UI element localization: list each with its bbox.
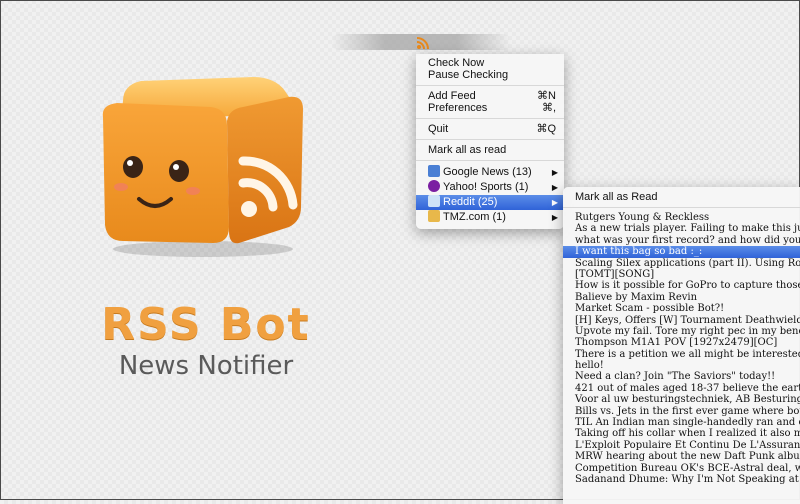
submenu-article-item[interactable]: Rutgers Young & Reckless <box>563 212 800 223</box>
menu-item-quit[interactable]: Quit ⌘Q <box>416 123 564 135</box>
menu-separator <box>416 118 564 119</box>
submenu-article-item[interactable]: hello! <box>563 360 800 371</box>
menu-shortcut: ⌘N <box>537 90 556 102</box>
feed-item-google-news[interactable]: Google News (13) ▶ <box>416 165 564 180</box>
menu-separator <box>563 207 800 208</box>
submenu-article-item[interactable]: L'Exploit Populaire Et Continu De L'Assu… <box>563 440 800 451</box>
menu-item-preferences[interactable]: Preferences ⌘, <box>416 102 564 114</box>
submenu-arrow-icon: ▶ <box>551 168 558 177</box>
menu-item-label: Pause Checking <box>428 69 509 81</box>
submenu-arrow-icon: ▶ <box>551 183 558 192</box>
menu-item-pause-checking[interactable]: Pause Checking <box>416 69 564 81</box>
menu-separator <box>416 85 564 86</box>
submenu-article-item[interactable]: [TOMT][SONG] <box>563 269 800 280</box>
submenu-article-item[interactable]: Sadanand Dhume: Why I'm Not Speaking at … <box>563 474 800 485</box>
app-title: RSS Bot <box>101 299 311 350</box>
rss-bot-cube-logo <box>102 77 303 257</box>
google-news-icon <box>428 165 440 177</box>
submenu-article-item[interactable]: I want this bag so bad :_: <box>563 246 800 258</box>
submenu-article-item[interactable]: [H] Keys, Offers [W] Tournament Deathwie… <box>563 315 800 326</box>
feed-label: Yahoo! Sports (1) <box>443 181 529 193</box>
menu-item-label: Check Now <box>428 57 485 69</box>
submenu-article-item[interactable]: Market Scam - possible Bot?! <box>563 303 800 314</box>
submenu-article-item[interactable]: MRW hearing about the new Daft Punk albu… <box>563 451 800 462</box>
menu-item-add-feed[interactable]: Add Feed ⌘N <box>416 90 564 102</box>
submenu-article-item[interactable]: what was your first record? and how did … <box>563 235 800 246</box>
feed-item-tmz[interactable]: TMZ.com (1) ▶ <box>416 210 564 225</box>
menu-item-check-now[interactable]: Check Now <box>416 57 564 69</box>
feed-item-yahoo-sports[interactable]: Yahoo! Sports (1) ▶ <box>416 180 564 195</box>
submenu-article-item[interactable]: Voor al uw besturingstechniek, AB Bestur… <box>563 394 800 405</box>
reddit-submenu: Mark all as Read Rutgers Young & Reckles… <box>563 187 800 504</box>
submenu-article-item[interactable]: Need a clan? Join "The Saviors" today!! <box>563 371 800 382</box>
submenu-article-item[interactable]: Thompson M1A1 POV [1927x2479][OC] <box>563 337 800 348</box>
submenu-mark-all-read[interactable]: Mark all as Read <box>563 190 800 204</box>
feed-label: Google News (13) <box>443 166 532 178</box>
feed-label: Reddit (25) <box>443 196 498 208</box>
submenu-article-item[interactable]: 421 out of males aged 18-37 believe the … <box>563 383 800 394</box>
submenu-arrow-icon: ▶ <box>551 213 558 222</box>
reddit-icon <box>428 195 440 207</box>
feed-item-reddit[interactable]: Reddit (25) ▶ <box>416 195 564 210</box>
menu-item-label: Mark all as read <box>428 144 507 156</box>
yahoo-icon <box>428 180 440 192</box>
submenu-arrow-icon: ▶ <box>551 198 558 207</box>
menu-item-label: Preferences <box>428 102 488 114</box>
menu-shortcut: ⌘, <box>541 102 556 114</box>
submenu-article-item[interactable]: As a new trials player. Failing to make … <box>563 223 800 234</box>
submenu-article-list: Rutgers Young & Reckless As a new trials … <box>563 212 800 485</box>
submenu-article-item[interactable]: Upvote my fail. Tore my right pec in my … <box>563 326 800 337</box>
app-subtitle: News Notifier <box>118 351 294 381</box>
submenu-article-item[interactable]: Competition Bureau OK's BCE-Astral deal,… <box>563 463 800 474</box>
submenu-article-item[interactable]: There is a petition we all might be inte… <box>563 349 800 360</box>
submenu-article-item[interactable]: How is it possible for GoPro to capture … <box>563 280 800 291</box>
menu-item-label: Add Feed <box>428 90 476 102</box>
submenu-article-item[interactable]: Bills vs. Jets in the first ever game wh… <box>563 406 800 417</box>
menu-separator <box>416 160 564 161</box>
menu-shortcut: ⌘Q <box>536 123 556 135</box>
menu-item-label: Quit <box>428 123 449 135</box>
rss-menubar-icon[interactable] <box>415 35 431 51</box>
tmz-icon <box>428 210 440 222</box>
submenu-article-item[interactable]: Balieve by Maxim Revin <box>563 292 800 303</box>
feed-label: TMZ.com (1) <box>443 211 506 223</box>
rss-bot-menu: Check Now Pause Checking Add Feed ⌘N Pref… <box>416 54 564 229</box>
submenu-article-item[interactable]: TIL An Indian man single-handedly ran an… <box>563 417 800 428</box>
menu-separator <box>416 139 564 140</box>
submenu-article-item[interactable]: Taking off his collar when I realized it… <box>563 428 800 439</box>
menu-item-mark-all-read[interactable]: Mark all as read <box>416 144 564 156</box>
submenu-article-item[interactable]: Scaling Silex applications (part II). Us… <box>563 258 800 269</box>
